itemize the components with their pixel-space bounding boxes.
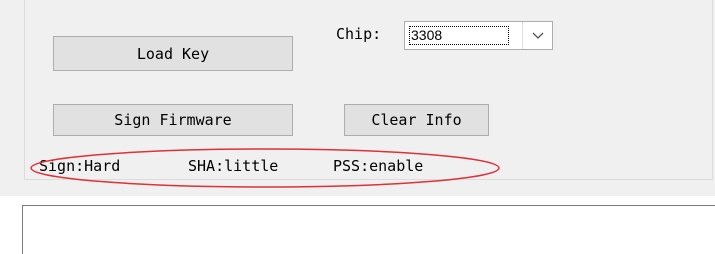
sign-firmware-button[interactable]: Sign Firmware [53, 104, 293, 136]
chip-select[interactable]: 3308 [404, 21, 553, 50]
chevron-down-icon[interactable] [522, 22, 552, 49]
load-key-button[interactable]: Load Key [53, 36, 293, 71]
chip-select-value: 3308 [409, 26, 509, 45]
clear-info-button[interactable]: Clear Info [344, 104, 489, 136]
chip-label: Chip: [336, 25, 382, 43]
settings-panel: Load Key Chip: 3308 Sign Firmware Clear … [0, 0, 715, 196]
info-output-area[interactable] [22, 205, 715, 254]
sign-mode-status: Sign:Hard [39, 157, 121, 175]
sha-mode-status: SHA:little [188, 157, 279, 175]
pss-mode-status: PSS:enable [333, 157, 424, 175]
